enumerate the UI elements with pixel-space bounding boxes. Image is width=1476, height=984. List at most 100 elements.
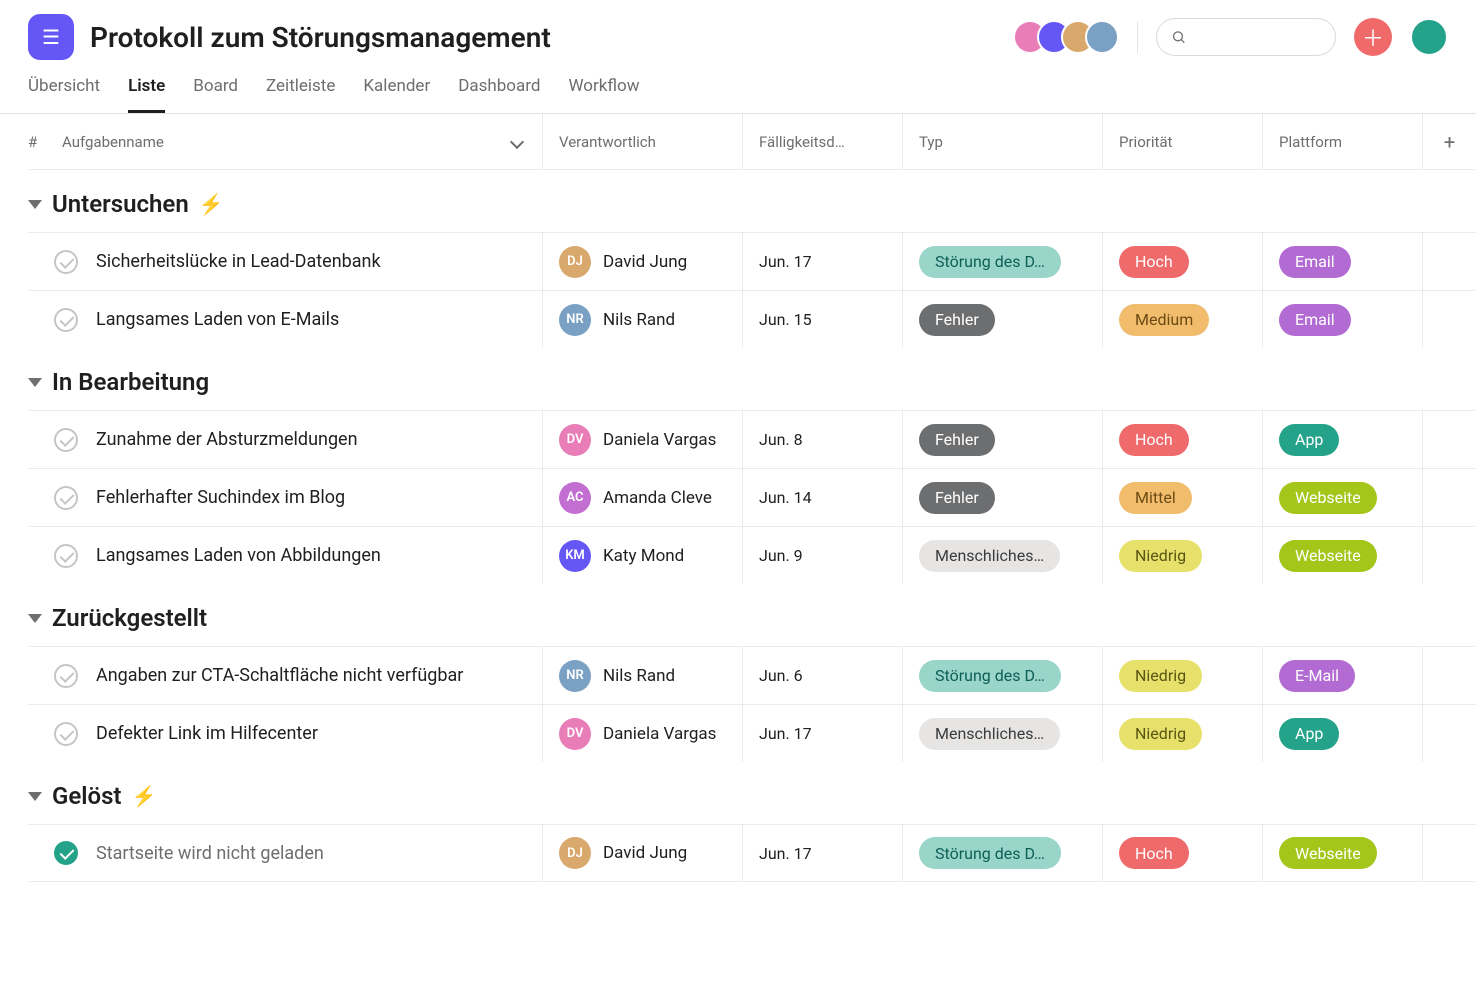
page-title: Protokoll zum Störungsmanagement [90,21,1013,54]
task-name: Langsames Laden von E-Mails [96,309,339,330]
column-type[interactable]: Typ [902,114,1102,169]
assignee-name: David Jung [603,843,687,863]
complete-toggle[interactable] [54,544,78,568]
due-date[interactable]: Jun. 17 [742,233,902,290]
due-date[interactable]: Jun. 9 [742,527,902,584]
caret-down-icon [28,378,42,387]
task-row[interactable]: Langsames Laden von AbbildungenKMKaty Mo… [28,526,1476,584]
complete-toggle[interactable] [54,308,78,332]
platform-pill[interactable]: Email [1279,246,1351,278]
type-pill[interactable]: Störung des D… [919,660,1061,692]
column-assignee[interactable]: Verantwortlich [542,114,742,169]
assignee-name: Nils Rand [603,666,675,686]
type-pill[interactable]: Fehler [919,304,995,336]
task-row[interactable]: Zunahme der AbsturzmeldungenDVDaniela Va… [28,410,1476,468]
task-row[interactable]: Fehlerhafter Suchindex im BlogACAmanda C… [28,468,1476,526]
task-name: Langsames Laden von Abbildungen [96,545,381,566]
platform-pill[interactable]: E-Mail [1279,660,1355,692]
due-date[interactable]: Jun. 6 [742,647,902,704]
type-pill[interactable]: Menschliches… [919,540,1060,572]
complete-toggle[interactable] [54,250,78,274]
assignee-name: Daniela Vargas [603,724,716,744]
section-header[interactable]: Gelöst⚡ [28,762,1476,824]
column-priority[interactable]: Priorität [1102,114,1262,169]
assignee-avatar: NR [559,660,591,692]
row-extra-cell [1422,527,1476,584]
due-date[interactable]: Jun. 15 [742,291,902,348]
complete-toggle[interactable] [54,722,78,746]
column-due[interactable]: Fälligkeitsd… [742,114,902,169]
complete-toggle[interactable] [54,486,78,510]
search-input[interactable] [1194,29,1321,46]
type-pill[interactable]: Menschliches… [919,718,1060,750]
due-date[interactable]: Jun. 17 [742,705,902,762]
tab-kalender[interactable]: Kalender [363,76,430,113]
priority-pill[interactable]: Hoch [1119,424,1189,456]
section-title: Zurückgestellt [52,604,207,632]
task-row[interactable]: Angaben zur CTA-Schaltfläche nicht verfü… [28,646,1476,704]
type-pill[interactable]: Störung des D… [919,837,1061,869]
add-column-button[interactable]: + [1422,114,1476,169]
platform-pill[interactable]: Email [1279,304,1351,336]
row-extra-cell [1422,825,1476,881]
add-button[interactable]: ＋ [1354,18,1392,56]
chevron-down-icon[interactable] [510,134,524,148]
complete-toggle[interactable] [54,841,78,865]
column-platform[interactable]: Plattform [1262,114,1422,169]
task-row[interactable]: Startseite wird nicht geladenDJDavid Jun… [28,824,1476,882]
priority-pill[interactable]: Hoch [1119,837,1189,869]
assignee-avatar: DJ [559,246,591,278]
due-date[interactable]: Jun. 14 [742,469,902,526]
caret-down-icon [28,614,42,623]
tab-workflow[interactable]: Workflow [568,76,639,113]
priority-pill[interactable]: Niedrig [1119,660,1202,692]
tab-zeitleiste[interactable]: Zeitleiste [266,76,335,113]
due-date[interactable]: Jun. 8 [742,411,902,468]
type-pill[interactable]: Störung des D… [919,246,1061,278]
task-row[interactable]: Langsames Laden von E-MailsNRNils RandJu… [28,290,1476,348]
priority-pill[interactable]: Hoch [1119,246,1189,278]
member-avatars[interactable] [1013,20,1119,54]
task-row[interactable]: Defekter Link im HilfecenterDVDaniela Va… [28,704,1476,762]
tab-dashboard[interactable]: Dashboard [458,76,540,113]
caret-down-icon [28,792,42,801]
complete-toggle[interactable] [54,428,78,452]
row-extra-cell [1422,469,1476,526]
type-pill[interactable]: Fehler [919,482,995,514]
assignee-avatar: KM [559,540,591,572]
priority-pill[interactable]: Niedrig [1119,718,1202,750]
priority-pill[interactable]: Niedrig [1119,540,1202,572]
tab-liste[interactable]: Liste [128,76,165,113]
task-name: Zunahme der Absturzmeldungen [96,429,358,450]
platform-pill[interactable]: Webseite [1279,837,1377,869]
section-header[interactable]: Untersuchen⚡ [28,170,1476,232]
section-header[interactable]: Zurückgestellt [28,584,1476,646]
plus-icon: ＋ [1362,21,1384,53]
task-row[interactable]: Sicherheitslücke in Lead-DatenbankDJDavi… [28,232,1476,290]
section-header[interactable]: In Bearbeitung [28,348,1476,410]
priority-pill[interactable]: Medium [1119,304,1209,336]
column-hash[interactable]: # [28,133,62,151]
project-icon[interactable]: ☰ [28,14,74,60]
avatar [1085,20,1119,54]
tab-board[interactable]: Board [193,76,238,113]
search-box[interactable] [1156,18,1336,56]
tab-übersicht[interactable]: Übersicht [28,76,100,113]
priority-pill[interactable]: Mittel [1119,482,1192,514]
assignee-name: Nils Rand [603,310,675,330]
assignee-name: Amanda Cleve [603,488,712,508]
due-date[interactable]: Jun. 17 [742,825,902,881]
bolt-icon: ⚡ [199,192,224,216]
type-pill[interactable]: Fehler [919,424,995,456]
platform-pill[interactable]: Webseite [1279,540,1377,572]
column-name[interactable]: Aufgabenname [62,133,542,151]
column-name-label: Aufgabenname [62,133,164,151]
search-icon [1171,28,1186,46]
section-title: In Bearbeitung [52,368,209,396]
platform-pill[interactable]: Webseite [1279,482,1377,514]
assignee-avatar: DV [559,718,591,750]
platform-pill[interactable]: App [1279,718,1339,750]
complete-toggle[interactable] [54,664,78,688]
user-avatar[interactable] [1410,18,1448,56]
platform-pill[interactable]: App [1279,424,1339,456]
